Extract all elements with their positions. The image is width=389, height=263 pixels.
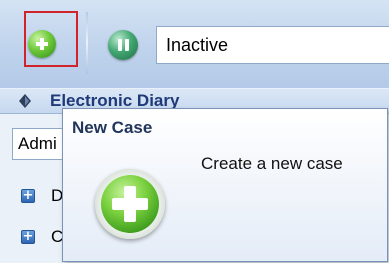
tree-item[interactable]: + C [21, 227, 63, 246]
app-window: Inactive Electronic Diary Admi + D + C N… [0, 0, 389, 263]
pause-icon [117, 39, 129, 51]
tooltip-description: Create a new case [201, 154, 343, 173]
pause-button[interactable] [108, 30, 138, 60]
diary-icon [19, 94, 31, 108]
toolbar-separator [86, 12, 88, 74]
expand-icon[interactable]: + [21, 230, 35, 244]
status-field[interactable]: Inactive [156, 26, 389, 64]
tree-item[interactable]: + D [21, 186, 63, 205]
add-icon-large [95, 169, 165, 239]
tooltip: New Case Create a new case [62, 108, 388, 262]
expand-icon[interactable]: + [21, 189, 35, 203]
tooltip-title: New Case [72, 118, 153, 137]
add-icon [112, 186, 148, 222]
highlight-frame [24, 11, 78, 67]
toolbar: Inactive [0, 0, 389, 88]
